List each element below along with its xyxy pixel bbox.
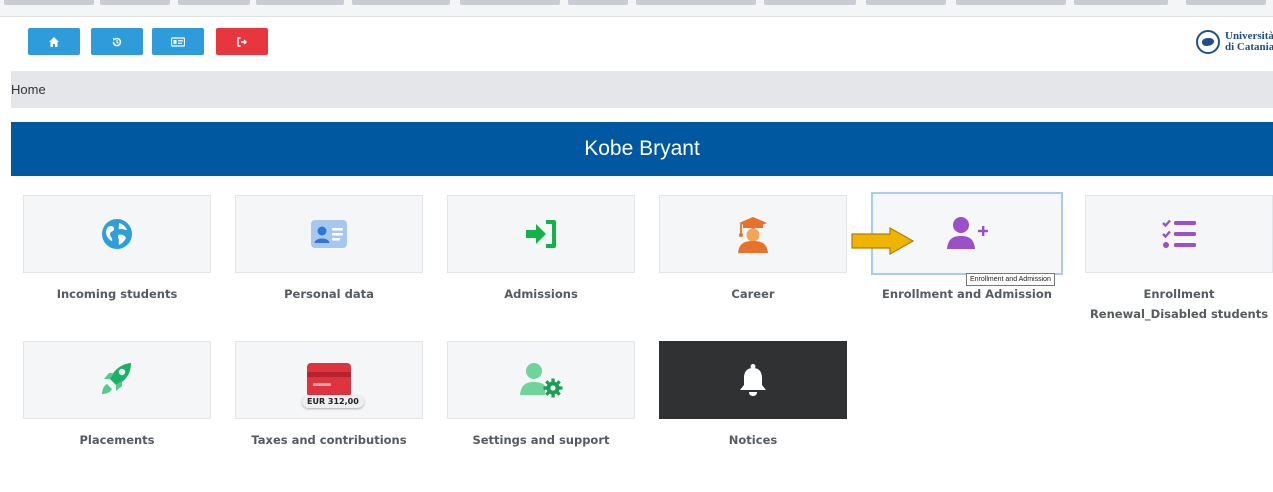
bookmarks-bar	[0, 0, 1273, 17]
tile-notices[interactable]	[659, 341, 847, 419]
label-personal-data: Personal data	[284, 287, 374, 301]
tile-personal-data[interactable]	[235, 195, 423, 273]
annotation-arrow-icon	[851, 226, 915, 256]
label-taxes-and-contributions: Taxes and contributions	[251, 433, 407, 447]
label-admissions: Admissions	[504, 287, 578, 301]
home-icon	[49, 36, 59, 47]
university-seal-icon	[1196, 30, 1220, 54]
tooltip: Enrollment and Admission	[966, 273, 1055, 286]
id-card-icon	[311, 220, 347, 248]
user-plus-icon	[947, 216, 988, 249]
label-notices: Notices	[728, 433, 778, 447]
tile-enrollment-renewal[interactable]	[1085, 195, 1273, 273]
logout-button[interactable]	[216, 28, 268, 55]
label-enrollment-renewal: Enrollment Renewal_Disabled students	[1089, 287, 1269, 321]
breadcrumb-home[interactable]: Home	[11, 71, 46, 108]
credit-card-icon	[307, 363, 351, 397]
fee-amount-badge: EUR 312,00	[302, 395, 364, 408]
student-header: Kobe Bryant	[11, 122, 1273, 176]
card-button[interactable]	[152, 28, 204, 55]
id-card-icon	[171, 36, 185, 47]
tile-admissions[interactable]	[447, 195, 635, 273]
label-career: Career	[731, 287, 775, 301]
label-settings-and-support: Settings and support	[472, 433, 610, 447]
history-icon	[112, 37, 122, 46]
label-incoming-students: Incoming students	[56, 287, 178, 301]
bell-icon	[740, 364, 766, 396]
checklist-icon	[1162, 219, 1196, 248]
label-placements: Placements	[79, 433, 155, 447]
student-name: Kobe Bryant	[584, 137, 700, 160]
tile-incoming-students[interactable]	[23, 195, 211, 273]
tile-career[interactable]	[659, 195, 847, 273]
home-button[interactable]	[28, 28, 80, 55]
logo-line-2: di Catania	[1225, 41, 1273, 53]
sign-in-icon	[526, 220, 556, 248]
sign-out-icon	[237, 36, 247, 47]
globe-icon	[102, 219, 132, 249]
tile-placements[interactable]	[23, 341, 211, 419]
breadcrumb: Home	[11, 71, 1273, 108]
university-logo[interactable]: Università di Catania	[1196, 27, 1273, 57]
label-enrollment-and-admission: Enrollment and Admission	[882, 287, 1052, 301]
rocket-icon	[102, 363, 131, 394]
graduate-icon	[738, 217, 768, 253]
top-toolbar: Università di Catania	[0, 17, 1273, 67]
user-gear-icon	[520, 363, 563, 398]
history-button[interactable]	[91, 28, 143, 55]
tile-settings-and-support[interactable]	[447, 341, 635, 419]
